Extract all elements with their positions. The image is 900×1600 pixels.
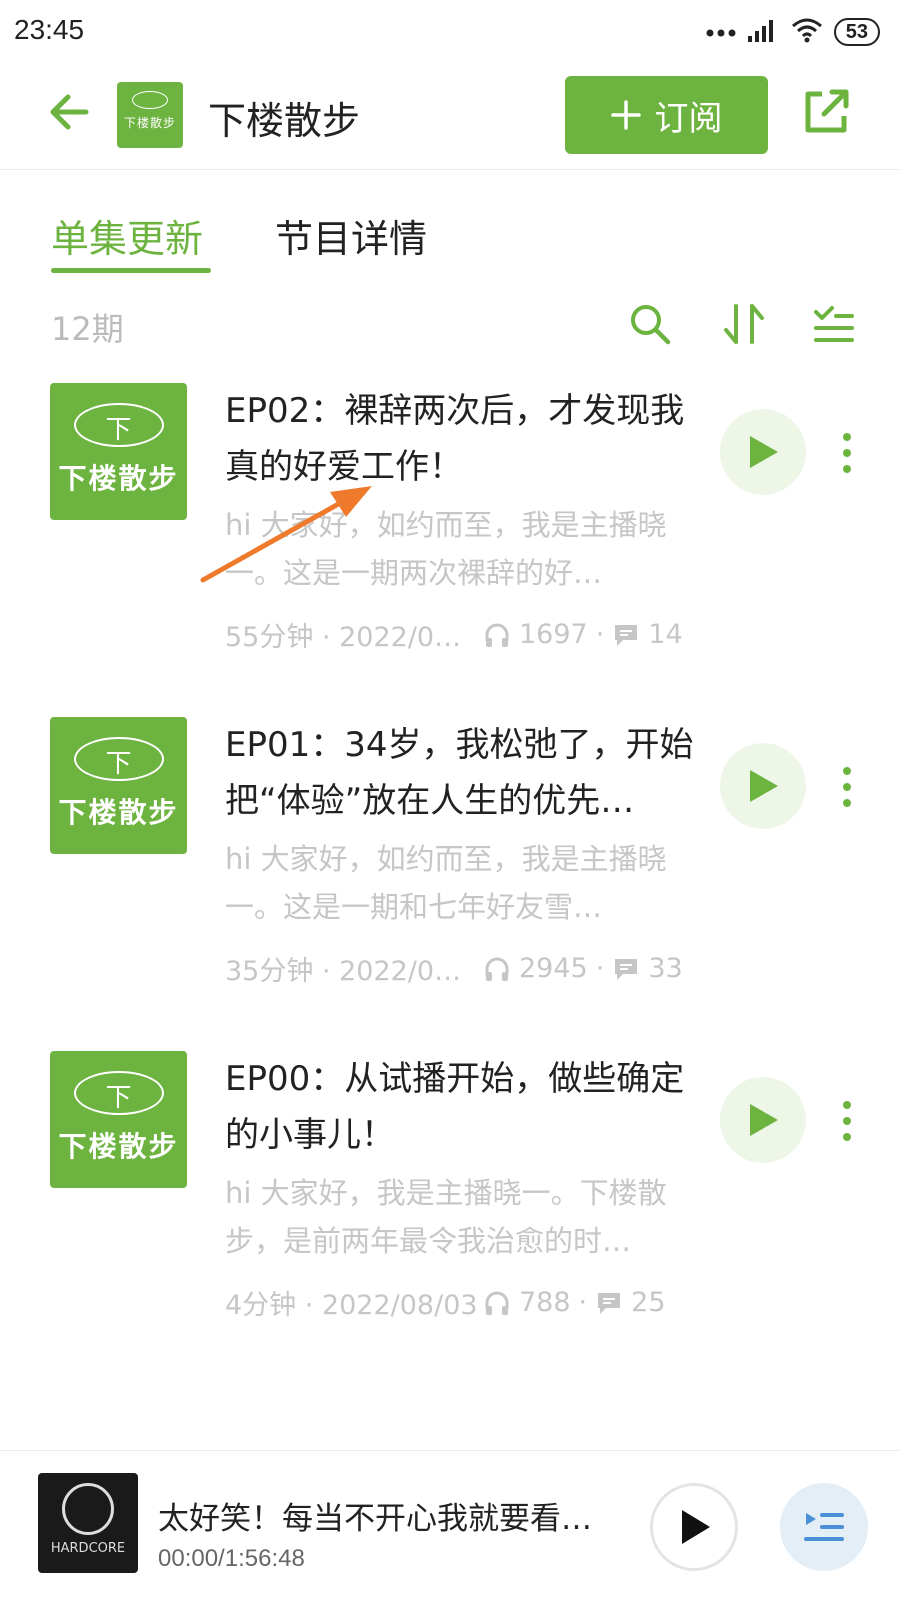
app-header: 下楼散步 下楼散步 订阅 xyxy=(0,62,900,170)
comment-count: 33 xyxy=(648,953,683,984)
mini-player[interactable]: HARDCORE 太好笑！每当不开心我就要看… 00:00/1:56:48 xyxy=(0,1450,900,1600)
headphones-icon xyxy=(483,1289,511,1317)
now-playing-cover: HARDCORE xyxy=(38,1473,138,1573)
episode-title[interactable]: EP01：34岁，我松弛了，开始把“体验”放在人生的优先… xyxy=(225,717,695,829)
mini-play-button[interactable] xyxy=(650,1483,738,1571)
search-button[interactable] xyxy=(628,302,672,346)
share-icon xyxy=(805,89,849,133)
subscribe-button[interactable]: 订阅 xyxy=(565,76,768,154)
tab-bar: 单集更新 节目详情 xyxy=(0,196,900,276)
tab-active-indicator xyxy=(51,268,211,273)
sort-icon xyxy=(724,304,764,344)
play-count: 1697 xyxy=(519,619,588,650)
back-button[interactable] xyxy=(44,86,96,138)
episode-description: hi 大家好，如约而至，我是主播晓一。这是一期和七年好友雪… xyxy=(225,842,667,924)
play-icon xyxy=(750,770,778,802)
episode-title[interactable]: EP02：裸辞两次后，才发现我真的好爱工作！ xyxy=(225,383,695,495)
sort-button[interactable] xyxy=(722,302,766,346)
vertical-dots-icon xyxy=(843,433,851,473)
checklist-icon xyxy=(814,306,854,342)
comment-icon xyxy=(612,621,640,649)
play-button[interactable] xyxy=(720,409,806,495)
status-time: 23:45 xyxy=(14,14,85,45)
play-icon xyxy=(750,1104,778,1136)
now-playing-time: 00:00/1:56:48 xyxy=(158,1545,305,1572)
more-options-button[interactable] xyxy=(835,765,859,809)
vertical-dots-icon xyxy=(843,767,851,807)
comment-icon xyxy=(612,955,640,983)
more-options-button[interactable] xyxy=(835,431,859,475)
list-toolbar: 12期 xyxy=(0,296,900,356)
share-button[interactable] xyxy=(800,86,852,138)
episode-meta: 55分钟 · 2022/0… 1697 · 14 xyxy=(225,615,705,654)
playlist-icon xyxy=(804,1513,844,1541)
play-count: 788 xyxy=(519,1287,571,1318)
episode-item[interactable]: 下 下楼散步 EP01：34岁，我松弛了，开始把“体验”放在人生的优先… hi … xyxy=(0,717,900,1017)
comment-count: 25 xyxy=(631,1287,666,1318)
episode-meta: 4分钟 · 2022/08/03 788 · 25 xyxy=(225,1283,705,1322)
play-button[interactable] xyxy=(720,1077,806,1163)
episode-description: hi 大家好，我是主播晓一。下楼散步，是前两年最令我治愈的时… xyxy=(225,1176,667,1258)
episode-duration-date: 35分钟 · 2022/0… xyxy=(225,956,462,987)
subscribe-label: 订阅 xyxy=(654,98,723,139)
batch-select-button[interactable] xyxy=(812,302,856,346)
tab-episodes[interactable]: 单集更新 xyxy=(51,208,203,263)
episode-meta: 35分钟 · 2022/0… 2945 · 33 xyxy=(225,949,705,988)
episode-item[interactable]: 下 下楼散步 EP02：裸辞两次后，才发现我真的好爱工作！ hi 大家好，如约而… xyxy=(0,383,900,683)
tab-details[interactable]: 节目详情 xyxy=(275,208,427,263)
episode-description: hi 大家好，如约而至，我是主播晓一。这是一期两次裸辞的好… xyxy=(225,508,667,590)
episode-cover: 下 下楼散步 xyxy=(50,383,187,520)
episode-duration-date: 55分钟 · 2022/0… xyxy=(225,622,462,653)
now-playing-title: 太好笑！每当不开心我就要看… xyxy=(158,1501,592,1537)
episode-item[interactable]: 下 下楼散步 EP00：从试播开始，做些确定的小事儿！ hi 大家好，我是主播晓… xyxy=(0,1051,900,1351)
play-count: 2945 xyxy=(519,953,588,984)
battery-indicator: 53 xyxy=(833,18,880,46)
status-icons: 53 xyxy=(706,16,880,48)
plus-icon xyxy=(610,100,641,130)
playlist-button[interactable] xyxy=(780,1483,868,1571)
episode-cover: 下 下楼散步 xyxy=(50,717,187,854)
headphones-icon xyxy=(483,955,511,983)
episode-duration-date: 4分钟 · 2022/08/03 xyxy=(225,1290,478,1321)
play-icon xyxy=(682,1510,710,1544)
more-options-button[interactable] xyxy=(835,1099,859,1143)
episode-count: 12期 xyxy=(51,310,124,348)
podcast-logo: 下楼散步 xyxy=(117,82,183,148)
more-dots-icon xyxy=(706,23,736,42)
episode-title[interactable]: EP00：从试播开始，做些确定的小事儿！ xyxy=(225,1051,695,1163)
signal-icon xyxy=(746,16,780,48)
play-button[interactable] xyxy=(720,743,806,829)
vertical-dots-icon xyxy=(843,1101,851,1141)
wifi-icon xyxy=(790,16,824,48)
episode-cover: 下 下楼散步 xyxy=(50,1051,187,1188)
page-title: 下楼散步 xyxy=(208,99,361,143)
status-bar: 23:45 53 xyxy=(0,0,900,62)
play-icon xyxy=(750,436,778,468)
back-arrow-icon xyxy=(50,94,89,130)
comment-count: 14 xyxy=(648,619,683,650)
headphones-icon xyxy=(483,621,511,649)
comment-icon xyxy=(595,1289,623,1317)
search-icon xyxy=(631,305,671,345)
